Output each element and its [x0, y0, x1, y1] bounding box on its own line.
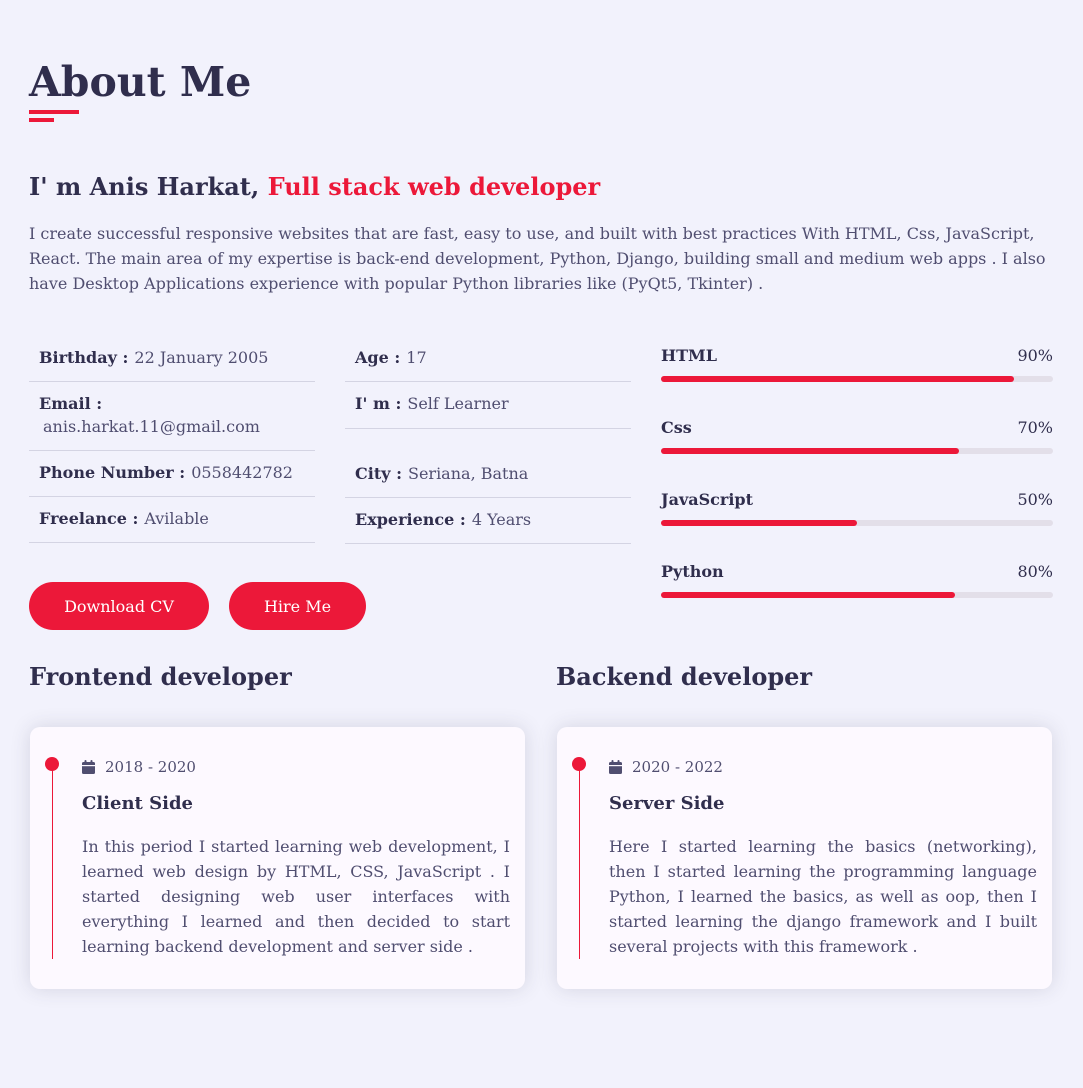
timeline-dot: [45, 757, 59, 771]
title-underline-short: [29, 118, 54, 122]
skill-percent: 90%: [1017, 346, 1053, 365]
frontend-title: Frontend developer: [29, 662, 292, 691]
info-value: Seriana, Batna: [407, 464, 529, 483]
skill-progress-fill: [661, 376, 1014, 382]
skill-name: JavaScript: [661, 490, 753, 509]
hire-me-button[interactable]: Hire Me: [229, 582, 366, 630]
timeline-date: 2020 - 2022: [609, 758, 723, 776]
timeline-item-title: Client Side: [82, 793, 193, 814]
skill-name: HTML: [661, 346, 717, 365]
info-value: 4 Years: [471, 510, 532, 529]
frontend-timeline-card: 2018 - 2020 Client Side In this period I…: [30, 727, 525, 989]
info-value: 22 January 2005: [134, 348, 269, 367]
intro-role: Full stack web developer: [267, 172, 601, 201]
skill-name: Css: [661, 418, 692, 437]
backend-timeline-card: 2020 - 2022 Server Side Here I started l…: [557, 727, 1052, 989]
timeline-dot: [572, 757, 586, 771]
info-value: Avilable: [144, 509, 209, 528]
download-cv-button[interactable]: Download CV: [29, 582, 209, 630]
skill-progress-track: [661, 592, 1053, 598]
skill-css: Css 70%: [661, 416, 1053, 488]
intro-heading: I' m Anis Harkat, Full stack web develop…: [29, 172, 600, 201]
skill-javascript: JavaScript 50%: [661, 488, 1053, 560]
info-status: I' m : Self Learner: [345, 382, 631, 429]
skill-progress-fill: [661, 448, 959, 454]
personal-info-column-2: Age : 17 I' m : Self Learner City : Seriana…: [345, 336, 631, 544]
skill-progress-track: [661, 520, 1053, 526]
info-value: Self Learner: [407, 394, 509, 413]
info-value: anis.harkat.11@gmail.com: [43, 417, 260, 436]
info-email: Email : anis.harkat.11@gmail.com: [29, 382, 315, 451]
info-birthday: Birthday : 22 January 2005: [29, 336, 315, 382]
info-city: City : Seriana, Batna: [345, 452, 631, 498]
timeline-line: [52, 765, 53, 959]
info-label: I' m :: [355, 394, 402, 413]
skill-progress-track: [661, 448, 1053, 454]
info-label: Birthday :: [39, 348, 129, 367]
timeline-item-text: In this period I started learning web de…: [82, 837, 510, 956]
title-underline-long: [29, 110, 79, 114]
calendar-icon: [82, 760, 95, 774]
info-label: Freelance :: [39, 509, 139, 528]
info-experience: Experience : 4 Years: [345, 498, 631, 544]
timeline-item-title: Server Side: [609, 793, 725, 814]
skill-percent: 50%: [1017, 490, 1053, 509]
info-age: Age : 17: [345, 336, 631, 382]
skill-progress-fill: [661, 592, 955, 598]
skill-html: HTML 90%: [661, 344, 1053, 416]
skill-percent: 80%: [1017, 562, 1053, 581]
info-value: 17: [406, 348, 427, 367]
info-freelance: Freelance : Avilable: [29, 497, 315, 543]
info-label: City :: [355, 464, 402, 483]
timeline-date-text: 2020 - 2022: [632, 758, 723, 776]
info-phone: Phone Number : 0558442782: [29, 451, 315, 497]
personal-info-column-1: Birthday : 22 January 2005 Email : anis.ha…: [29, 336, 315, 543]
skill-progress-track: [661, 376, 1053, 382]
info-value: 0558442782: [191, 463, 293, 482]
skill-progress-fill: [661, 520, 857, 526]
skill-percent: 70%: [1017, 418, 1053, 437]
skill-name: Python: [661, 562, 724, 581]
intro-text: I create successful responsive websites …: [29, 224, 1046, 293]
backend-title: Backend developer: [556, 662, 813, 691]
timeline-date: 2018 - 2020: [82, 758, 196, 776]
intro-name: I' m Anis Harkat,: [29, 172, 268, 201]
info-label: Age :: [355, 348, 401, 367]
skill-python: Python 80%: [661, 560, 1053, 632]
info-label: Experience :: [355, 510, 466, 529]
calendar-icon: [609, 760, 622, 774]
timeline-line: [579, 765, 580, 959]
skills-list: HTML 90% Css 70% JavaScript 50% Python 8…: [661, 344, 1053, 632]
timeline-item-text: Here I started learning the basics (netw…: [609, 837, 1037, 956]
info-label: Phone Number :: [39, 463, 186, 482]
info-label: Email :: [39, 394, 103, 413]
section-title: About Me: [29, 58, 252, 106]
timeline-date-text: 2018 - 2020: [105, 758, 196, 776]
